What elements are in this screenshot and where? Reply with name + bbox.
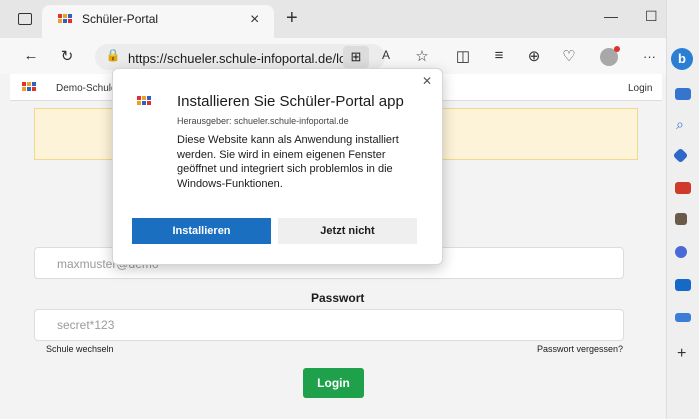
password-label: Passwort <box>311 291 365 305</box>
tab-actions-icon[interactable] <box>18 13 32 25</box>
tab-favicon-icon <box>58 14 72 23</box>
read-aloud-icon[interactable]: A <box>375 48 397 62</box>
back-icon[interactable]: ← <box>20 47 42 64</box>
add-sidebar-icon[interactable]: + <box>677 345 686 363</box>
tab-title: Schüler-Portal <box>82 12 159 26</box>
new-tab-button[interactable]: + <box>286 7 298 30</box>
outlook-icon[interactable] <box>675 279 691 291</box>
bing-copilot-icon[interactable]: b <box>671 48 693 70</box>
maximize-button[interactable]: ☐ <box>645 8 658 25</box>
dialog-body: Diese Website kann als Anwendung install… <box>177 134 399 190</box>
dialog-title: Installieren Sie Schüler-Portal app <box>177 93 404 110</box>
tab-close-icon[interactable]: × <box>250 11 259 29</box>
microsoft365-icon[interactable] <box>675 246 687 258</box>
password-placeholder: secret*123 <box>57 318 115 332</box>
password-field[interactable] <box>34 309 624 341</box>
site-info-icon[interactable]: 🔒 <box>102 48 124 62</box>
send-icon[interactable] <box>675 313 691 322</box>
games-icon[interactable] <box>675 213 687 225</box>
favorites-icon[interactable]: ≡ <box>488 47 510 64</box>
url-text[interactable]: https://schueler.schule-infoportal.de/lo… <box>128 51 357 66</box>
forgot-password-link[interactable]: Passwort vergessen? <box>537 344 623 354</box>
login-button[interactable]: Login <box>303 368 364 398</box>
collections-icon[interactable]: ⊕ <box>523 47 545 65</box>
app-logo-icon <box>137 96 151 105</box>
refresh-icon[interactable]: ↻ <box>56 47 78 65</box>
more-menu-icon[interactable]: ··· <box>643 49 656 64</box>
split-screen-icon[interactable]: ◫ <box>452 47 474 65</box>
profile-alert-icon <box>614 46 620 52</box>
dialog-publisher: Herausgeber: schueler.schule-infoportal.… <box>177 116 349 126</box>
favorite-star-icon[interactable]: ☆ <box>411 47 433 65</box>
app-available-icon[interactable]: ⊞ <box>343 46 369 68</box>
nav-login-link[interactable]: Login <box>628 83 652 94</box>
sidebar-search-icon[interactable]: ⌕ <box>676 116 684 133</box>
minimize-button[interactable]: — <box>604 8 618 24</box>
site-logo-icon[interactable] <box>22 82 36 91</box>
switch-school-link[interactable]: Schule wechseln <box>46 344 114 354</box>
not-now-button[interactable]: Jetzt nicht <box>278 218 417 244</box>
nav-brand[interactable]: Demo-Schule <box>56 83 117 94</box>
performance-icon[interactable]: ♡ <box>558 47 580 65</box>
notifications-icon[interactable] <box>675 88 691 100</box>
tools-icon[interactable] <box>675 182 691 194</box>
dialog-close-icon[interactable]: ✕ <box>422 74 432 88</box>
install-button[interactable]: Installieren <box>132 218 271 244</box>
